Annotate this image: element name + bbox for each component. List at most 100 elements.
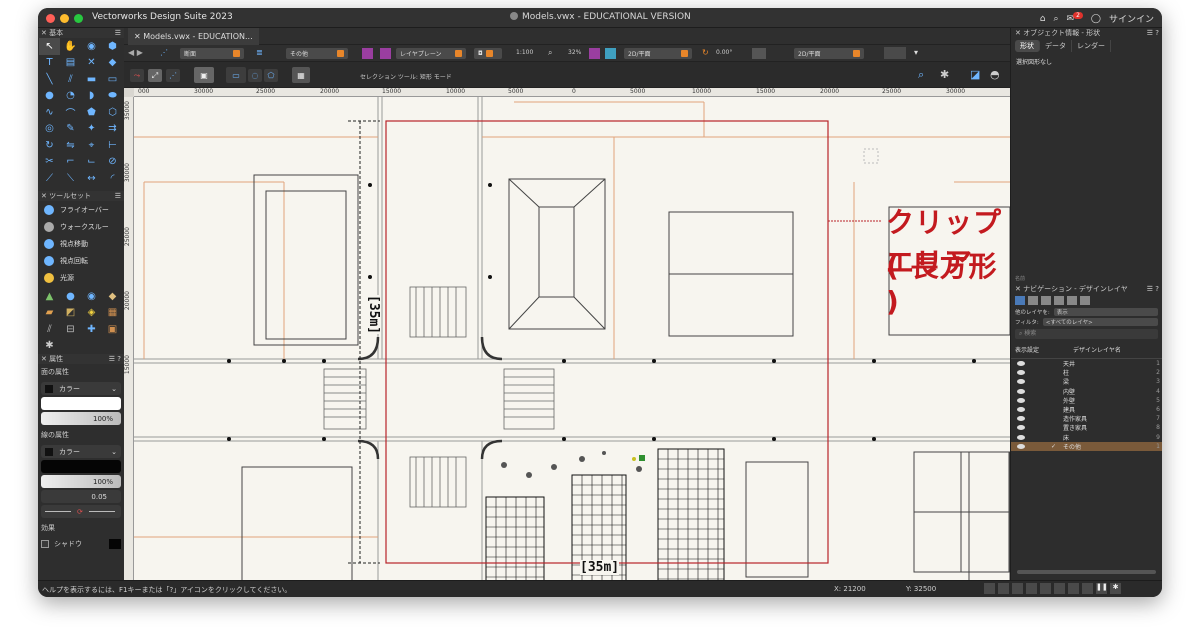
layer-row[interactable]: 床9 xyxy=(1011,433,1162,442)
attribute-tool-icon[interactable]: ✦ xyxy=(81,121,102,138)
single-object-mode-icon[interactable]: ⤢ xyxy=(148,69,162,82)
sphere-toolset-icon[interactable]: ◉ xyxy=(81,288,102,305)
fill-color-swatch[interactable] xyxy=(41,397,121,410)
selection-tool-icon[interactable]: ↖ xyxy=(39,38,60,55)
line-type-dropdown[interactable]: カラー ⌄ xyxy=(41,445,121,458)
lighting-toolset-icon[interactable]: ◩ xyxy=(60,305,81,322)
scale-value[interactable]: 1:100 xyxy=(516,49,533,56)
rectangle-mode-icon[interactable]: ▣ xyxy=(194,67,214,83)
fillet-tool-icon[interactable]: ⌐ xyxy=(60,154,81,171)
polygon-mode-icon[interactable]: ⬠ xyxy=(264,69,278,82)
grid-icon[interactable] xyxy=(589,48,600,59)
references-tab-icon[interactable] xyxy=(1067,296,1077,305)
class-options-icon[interactable] xyxy=(380,48,391,59)
class-dropdown[interactable]: その他 xyxy=(286,48,348,59)
zoom-value[interactable]: 32% xyxy=(568,49,581,56)
chamfer-tool-icon[interactable]: ⌙ xyxy=(81,154,102,171)
lasso-mode-icon[interactable]: ◌ xyxy=(248,69,262,82)
snap-object-icon[interactable] xyxy=(998,583,1009,594)
zoom-icon[interactable]: ⌕ xyxy=(548,48,552,58)
eye-icon[interactable] xyxy=(1017,379,1025,385)
toolset-item-translate-view[interactable]: 視点移動 xyxy=(38,235,124,252)
multi-mode-icon[interactable]: ⋰ xyxy=(166,69,180,82)
toolset-item-walkthrough[interactable]: ウォークスルー xyxy=(38,218,124,235)
plane-dropdown[interactable]: レイヤプレーン xyxy=(396,48,466,59)
other-layers-dropdown[interactable]: 表示 xyxy=(1053,308,1158,316)
building-toolset-icon[interactable]: ◆ xyxy=(102,288,123,305)
lasso-rect-mode-icon[interactable]: ▭ xyxy=(226,67,246,83)
toolset-item-light[interactable]: 光源 xyxy=(38,269,124,286)
dimension-tool-icon[interactable]: ✕ xyxy=(81,55,102,72)
rotate-tool-icon[interactable]: ↻ xyxy=(39,137,60,154)
pipe-toolset-icon[interactable]: ⫽ xyxy=(39,321,60,338)
symbols-tab-icon[interactable] xyxy=(1080,296,1090,305)
views-tab-icon[interactable] xyxy=(1054,296,1064,305)
zoom-window-button[interactable] xyxy=(74,14,83,23)
toolset-item-rotate-view[interactable]: 視点回転 xyxy=(38,252,124,269)
line-tool-icon[interactable]: ╲ xyxy=(39,71,60,88)
layer-search-input[interactable]: ⌕ 検索 xyxy=(1015,329,1158,339)
polyline-tool-icon[interactable]: ⌒ xyxy=(60,104,81,121)
shadow-checkbox[interactable] xyxy=(41,540,49,548)
trim-tool-icon[interactable]: ✂ xyxy=(39,154,60,171)
view-dropdown[interactable]: 断面 xyxy=(180,48,244,59)
rectangle-tool-icon[interactable]: ▬ xyxy=(81,71,102,88)
furniture-toolset-icon[interactable]: ▰ xyxy=(39,305,60,322)
eye-icon[interactable] xyxy=(1017,397,1025,403)
steel-toolset-icon[interactable]: ⊟ xyxy=(60,321,81,338)
detail-toolset-icon[interactable]: ▦ xyxy=(102,305,123,322)
fill-type-dropdown[interactable]: カラー ⌄ xyxy=(41,382,121,395)
gear-icon[interactable]: ✱ xyxy=(39,338,60,355)
saved-view-icon[interactable]: ⋰ xyxy=(160,48,168,57)
visualization-tool-icon[interactable]: ⬢ xyxy=(102,38,123,55)
layer-row[interactable]: 内壁 4 xyxy=(1011,387,1162,396)
view-mode-dropdown-1[interactable]: 2D/平面 xyxy=(624,48,692,59)
freehand-tool-icon[interactable]: ∿ xyxy=(39,104,60,121)
connect-tool-icon[interactable]: ⊢ xyxy=(102,137,123,154)
tab-render[interactable]: レンダー xyxy=(1072,40,1111,52)
snap-point-icon[interactable] xyxy=(1068,583,1079,594)
layer-row[interactable]: 造作家具 7 xyxy=(1011,414,1162,423)
spiral-tool-icon[interactable]: ◎ xyxy=(39,121,60,138)
snap-menu-icon[interactable]: ◓ xyxy=(990,68,1000,81)
snap-intersection-icon[interactable] xyxy=(1026,583,1037,594)
sheets-tab-icon[interactable] xyxy=(1041,296,1051,305)
snap-edge-icon[interactable] xyxy=(1082,583,1093,594)
unrestricted-mode-icon[interactable]: ⤳ xyxy=(130,69,144,82)
snap-distance-icon[interactable] xyxy=(1040,583,1051,594)
double-line-tool-icon[interactable]: ⫽ xyxy=(60,71,81,88)
fill-opacity-field[interactable]: 100% xyxy=(41,412,121,425)
eyedropper-tool-icon[interactable]: ✎ xyxy=(60,121,81,138)
drawing-canvas[interactable]: クリップエリア ( 長方形 ) [35m] [35m] xyxy=(134,97,1010,587)
visibility-column-header[interactable]: 表示設定 xyxy=(1015,345,1039,354)
layer-row[interactable]: 柱2 xyxy=(1011,368,1162,377)
pan-tool-icon[interactable]: ✋ xyxy=(60,38,81,55)
layer-list-scrollbar[interactable] xyxy=(1017,570,1156,574)
split-tool-icon[interactable]: ⟋ xyxy=(39,170,60,187)
eye-icon[interactable] xyxy=(1017,361,1025,367)
close-window-button[interactable] xyxy=(46,14,55,23)
box-toolset-icon[interactable]: ▣ xyxy=(102,321,123,338)
shadow-color-swatch[interactable] xyxy=(109,539,121,549)
quarter-arc-tool-icon[interactable]: ◗ xyxy=(81,88,102,105)
arrowhead-field[interactable]: ⟳ xyxy=(41,505,121,518)
clip-tool-icon[interactable]: ⊘ xyxy=(102,154,123,171)
chevron-down-icon[interactable]: ▾ xyxy=(914,48,918,57)
reshape-tool-icon[interactable]: ⌖ xyxy=(81,137,102,154)
projection-icon[interactable] xyxy=(605,48,616,59)
eye-icon[interactable] xyxy=(1017,388,1025,394)
flyover-tool-icon[interactable]: ◉ xyxy=(81,38,102,55)
oval-tool-icon[interactable]: ⬬ xyxy=(102,88,123,105)
render-mode-dropdown[interactable]: ◘ xyxy=(474,48,502,59)
layer-name-column-header[interactable]: デザインレイヤ名 xyxy=(1073,345,1121,354)
back-forward-icon[interactable]: ◀ ▶ xyxy=(128,48,143,57)
plane-toggle-icon[interactable] xyxy=(752,48,766,59)
layers-icon[interactable]: ≣ xyxy=(256,48,263,57)
eye-icon[interactable] xyxy=(1017,407,1025,413)
toolset-item-flyover[interactable]: フライオーバー xyxy=(38,201,124,218)
layer-row[interactable]: 梁3 xyxy=(1011,377,1162,386)
gear-icon[interactable]: ✱ xyxy=(940,68,949,81)
eye-icon[interactable] xyxy=(1017,425,1025,431)
layer-row-active[interactable]: ✓ その他 1 xyxy=(1011,441,1162,451)
eye-icon[interactable] xyxy=(1017,434,1025,440)
